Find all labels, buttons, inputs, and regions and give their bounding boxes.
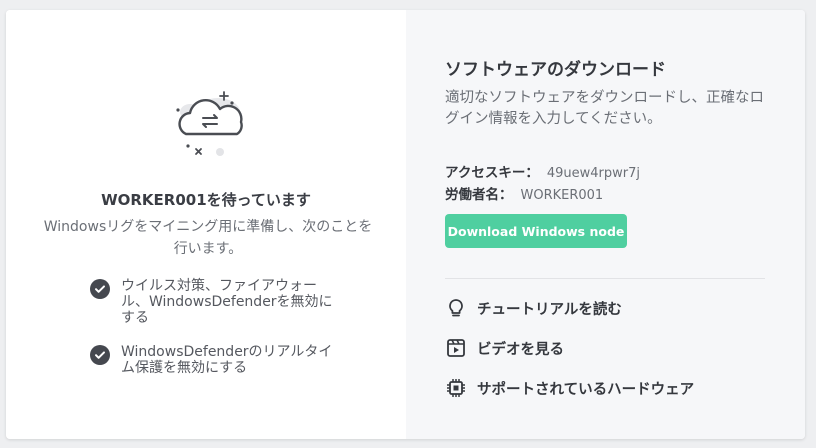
divider — [445, 278, 765, 279]
supported-hardware-link[interactable]: サポートされているハードウェア — [445, 377, 694, 399]
access-key-row: アクセスキー： 49uew4rpwr7j — [445, 161, 640, 181]
tutorial-link[interactable]: チュートリアルを読む — [445, 297, 622, 319]
worker-name-label: 労働者名： — [445, 187, 513, 203]
worker-setup-card: WORKER001を待っています Windowsリグをマイニング用に準備し、次の… — [6, 10, 805, 439]
waiting-title: WORKER001を待っています — [101, 191, 311, 209]
access-key-label: アクセスキー： — [445, 165, 539, 181]
task-text: WindowsDefenderのリアルタイム保護を無効にする — [121, 344, 333, 376]
check-circle-icon — [90, 345, 110, 365]
worker-name-value: WORKER001 — [520, 188, 604, 203]
supported-hardware-link-label: サポートされているハードウェア — [477, 381, 695, 398]
download-panel: ソフトウェアのダウンロード 適切なソフトウェアをダウンロードし、正確なログイン情… — [406, 10, 805, 439]
task-item-disable-antivirus: ウイルス対策、ファイアウォール、WindowsDefenderを無効にする — [90, 278, 336, 326]
download-title: ソフトウェアのダウンロード — [445, 60, 666, 80]
download-windows-node-button[interactable]: Download Windows node — [445, 214, 627, 248]
download-description: 適切なソフトウェアをダウンロードし、正確なログイン情報を入力してください。 — [445, 90, 764, 127]
check-circle-icon — [90, 279, 110, 299]
cloud-sync-icon — [176, 91, 243, 156]
video-icon — [445, 337, 467, 359]
worker-name-row: 労働者名： WORKER001 — [445, 183, 603, 203]
tutorial-link-label: チュートリアルを読む — [477, 301, 622, 318]
chip-icon — [445, 377, 467, 399]
lightbulb-icon — [445, 297, 467, 319]
waiting-description: Windowsリグをマイニング用に準備し、次のことを行います。 — [43, 219, 373, 257]
task-text: ウイルス対策、ファイアウォール、WindowsDefenderを無効にする — [121, 278, 333, 326]
waiting-panel: WORKER001を待っています Windowsリグをマイニング用に準備し、次の… — [6, 10, 406, 439]
access-key-value: 49uew4rpwr7j — [546, 166, 640, 181]
video-link[interactable]: ビデオを見る — [445, 337, 564, 359]
video-link-label: ビデオを見る — [477, 341, 564, 358]
task-item-disable-realtime-protection: WindowsDefenderのリアルタイム保護を無効にする — [90, 344, 341, 376]
